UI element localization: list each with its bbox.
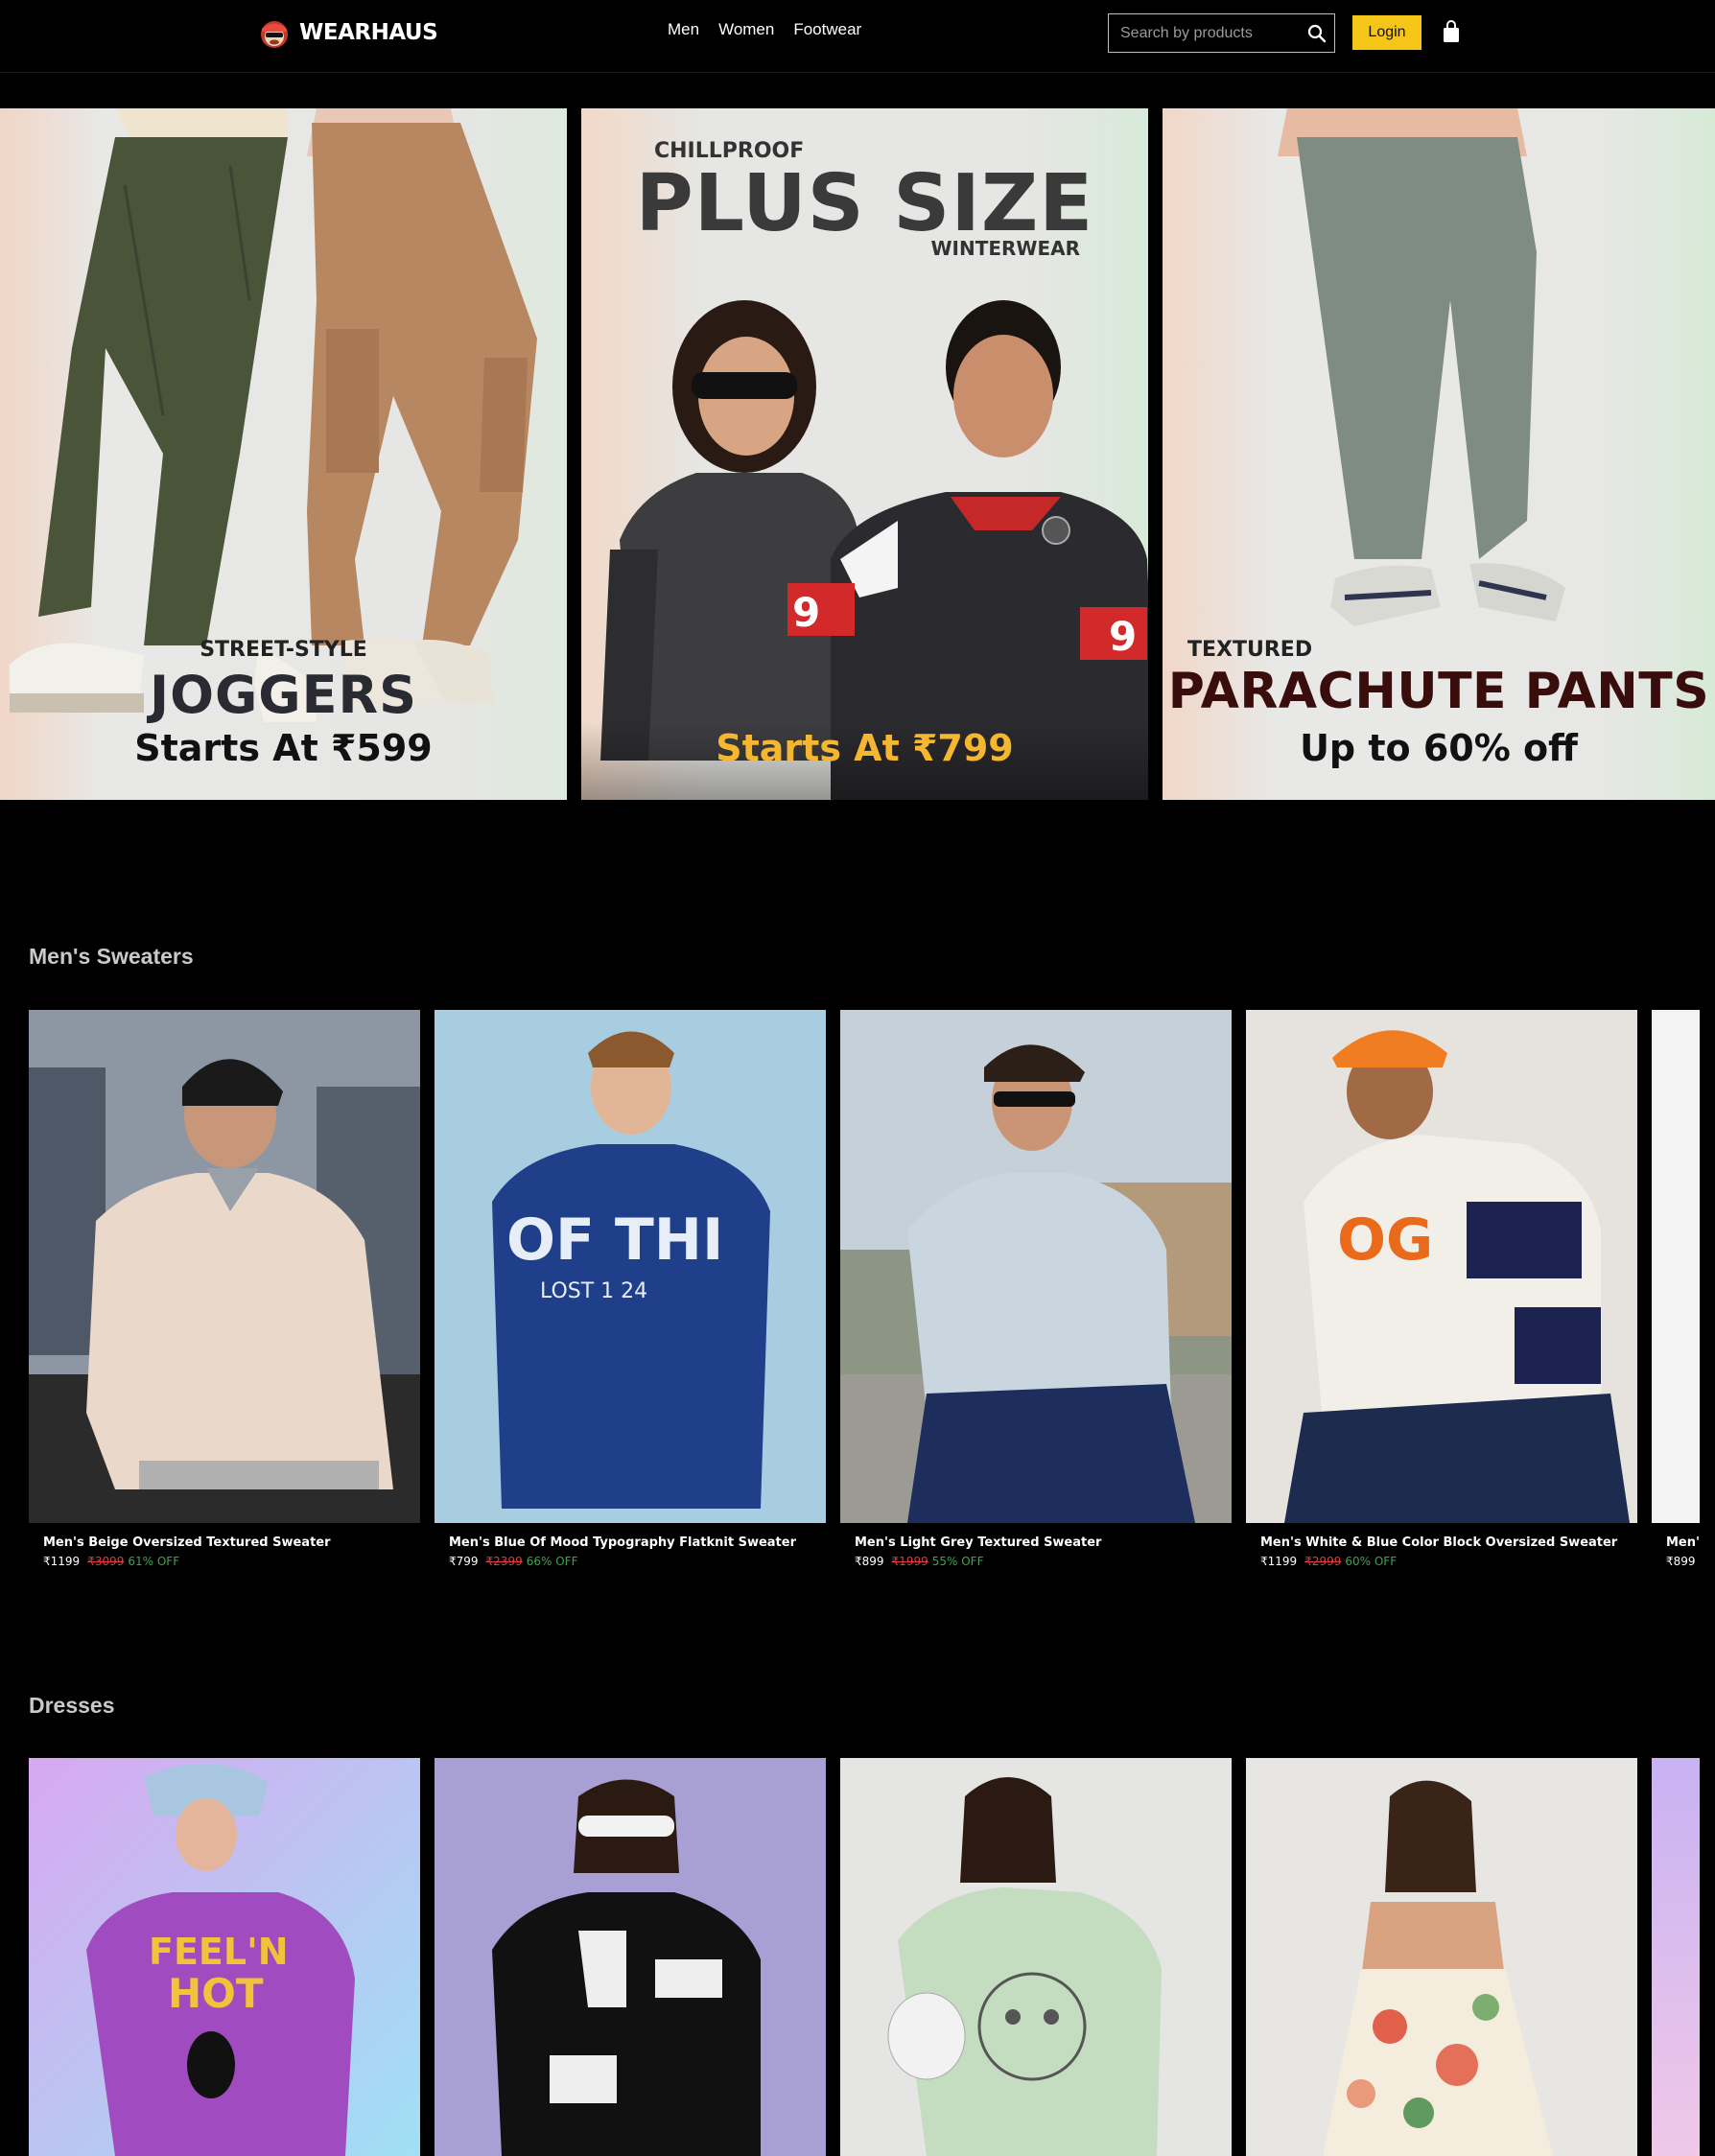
product-image[interactable] — [435, 1758, 826, 2156]
login-button[interactable]: Login — [1352, 15, 1421, 50]
product-card[interactable]: FEEL'N HOT — [29, 1758, 420, 2156]
site-header: WEARHAUS Men Women Footwear Login — [0, 0, 1715, 73]
banner-headline: PLUS SIZE — [635, 158, 1094, 249]
product-image[interactable] — [1246, 1758, 1637, 2156]
svg-text:9: 9 — [1109, 613, 1137, 660]
svg-text:FEEL'N: FEEL'N — [149, 1931, 289, 1973]
monkey-logo-icon — [261, 21, 288, 48]
product-name[interactable]: Men's Beige Oversized Textured Sweater — [43, 1535, 331, 1550]
product-card[interactable] — [435, 1758, 826, 2156]
brand-logo[interactable]: WEARHAUS — [257, 16, 438, 49]
svg-text:OG: OG — [1337, 1207, 1433, 1274]
product-price: ₹799 — [449, 1555, 479, 1568]
product-price: ₹1199 — [1260, 1555, 1298, 1568]
product-price: ₹1199 — [43, 1555, 81, 1568]
product-price: ₹899 — [855, 1555, 884, 1568]
banner-joggers[interactable]: STREET-STYLE JOGGERS Starts At ₹599 — [0, 108, 567, 800]
banner-headline: PARACHUTE PANTS — [1167, 663, 1710, 720]
product-prices: ₹1199 ₹2999 60% OFF — [1260, 1555, 1397, 1568]
product-card-partial[interactable]: Men's ₹899 — [1652, 1010, 1700, 1585]
svg-text:LOST 1 24: LOST 1 24 — [540, 1279, 647, 1303]
banner-offer: Starts At ₹799 — [716, 727, 1014, 769]
product-card[interactable] — [1246, 1758, 1637, 2156]
banner-parachute-pants[interactable]: TEXTURED PARACHUTE PANTS Up to 60% off — [1163, 108, 1715, 800]
banner-subhead: WINTERWEAR — [930, 237, 1080, 260]
svg-text:HOT: HOT — [168, 1970, 264, 2017]
product-image[interactable]: OG — [1246, 1010, 1637, 1523]
product-discount: 60% OFF — [1345, 1555, 1398, 1568]
product-card-partial[interactable] — [1652, 1758, 1700, 2156]
product-name[interactable]: Men's Light Grey Textured Sweater — [855, 1535, 1101, 1550]
main-nav: Men Women Footwear — [668, 20, 861, 39]
banner-kicker: STREET-STYLE — [200, 638, 367, 662]
product-image[interactable] — [840, 1010, 1232, 1523]
product-name[interactable]: Men's Blue Of Mood Typography Flatknit S… — [449, 1535, 796, 1550]
section-title-mens-sweaters: Men's Sweaters — [29, 944, 194, 969]
nav-item-footwear[interactable]: Footwear — [793, 20, 861, 39]
product-prices: ₹1199 ₹3099 61% OFF — [43, 1555, 179, 1568]
product-mrp: ₹2999 — [1304, 1555, 1342, 1568]
svg-text:OF THI: OF THI — [506, 1207, 723, 1274]
banner-offer: Up to 60% off — [1300, 727, 1578, 769]
banner-offer: Starts At ₹599 — [134, 727, 433, 769]
section-title-dresses: Dresses — [29, 1693, 115, 1718]
product-name[interactable]: Men's — [1666, 1535, 1700, 1550]
product-mrp: ₹2399 — [485, 1555, 523, 1568]
nav-item-women[interactable]: Women — [718, 20, 774, 39]
product-price: ₹899 — [1666, 1555, 1696, 1568]
product-mrp: ₹3099 — [87, 1555, 125, 1568]
product-image[interactable]: FEEL'N HOT — [29, 1758, 420, 2156]
banner-kicker: TEXTURED — [1187, 638, 1313, 662]
product-name[interactable]: Men's White & Blue Color Block Oversized… — [1260, 1535, 1617, 1550]
svg-text:9: 9 — [792, 589, 820, 636]
product-discount: 66% OFF — [526, 1555, 578, 1568]
search-box — [1108, 13, 1335, 53]
brand-name: WEARHAUS — [299, 20, 438, 45]
product-discount: 55% OFF — [931, 1555, 984, 1568]
product-card[interactable] — [840, 1758, 1232, 2156]
product-prices: ₹899 ₹1999 55% OFF — [855, 1555, 983, 1568]
product-image[interactable] — [29, 1010, 420, 1523]
shopping-bag-icon[interactable] — [1442, 20, 1461, 43]
search-input[interactable] — [1120, 14, 1303, 52]
product-image[interactable] — [1652, 1010, 1700, 1523]
product-mrp: ₹1999 — [891, 1555, 928, 1568]
product-image[interactable]: OF THI LOST 1 24 — [435, 1010, 826, 1523]
search-icon[interactable] — [1307, 24, 1327, 43]
banner-headline: JOGGERS — [149, 665, 417, 725]
banner-plus-size[interactable]: 9 9 CHILLPROOF PLUS SIZE WINTERWEAR Star… — [581, 108, 1148, 800]
product-discount: 61% OFF — [128, 1555, 180, 1568]
product-image[interactable] — [840, 1758, 1232, 2156]
nav-item-men[interactable]: Men — [668, 20, 699, 39]
product-prices: ₹799 ₹2399 66% OFF — [449, 1555, 577, 1568]
